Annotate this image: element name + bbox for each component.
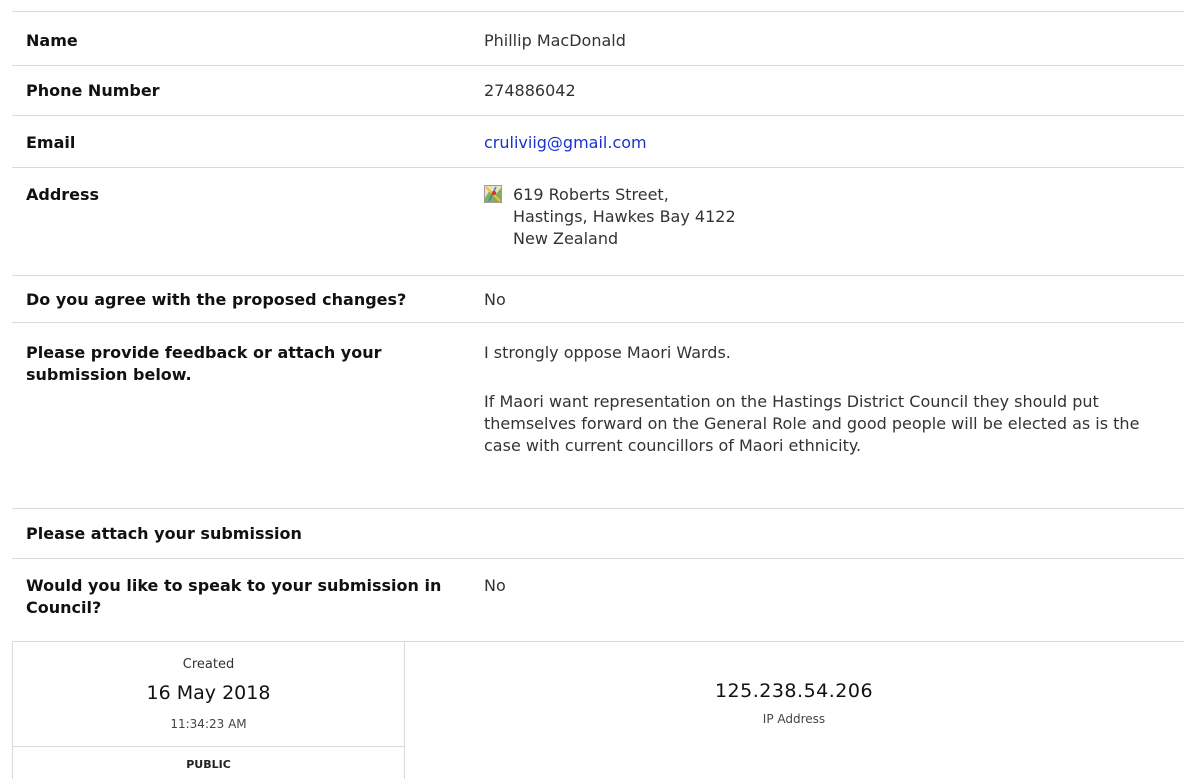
created-label: Created <box>182 657 235 672</box>
email-link[interactable]: cruliviig@gmail.com <box>484 133 647 152</box>
email-label: Email <box>26 133 76 152</box>
speak-value: No <box>484 576 506 595</box>
ip-address-label: IP Address <box>762 712 826 726</box>
name-row: Name Phillip MacDonald <box>12 11 1184 66</box>
email-row: Email cruliviig@gmail.com <box>12 115 1184 168</box>
agree-label: Do you agree with the proposed changes? <box>26 290 407 309</box>
agree-row: Do you agree with the proposed changes? … <box>12 275 1184 323</box>
feedback-value: I strongly oppose Maori Wards. If Maori … <box>484 342 1164 457</box>
address-line-1: 619 Roberts Street, <box>513 185 669 204</box>
visibility-badge: PUBLIC <box>186 758 231 771</box>
phone-label: Phone Number <box>26 81 160 100</box>
submission-meta: Created 16 May 2018 11:34:23 AM PUBLIC 1… <box>12 641 1184 779</box>
feedback-row: Please provide feedback or attach your s… <box>12 322 1184 509</box>
attach-label: Please attach your submission <box>26 524 302 543</box>
created-panel: Created 16 May 2018 11:34:23 AM PUBLIC <box>12 642 405 779</box>
created-time: 11:34:23 AM <box>170 717 247 731</box>
address-line-3: New Zealand <box>513 229 619 248</box>
speak-row: Would you like to speak to your submissi… <box>12 558 1184 642</box>
ip-address: 125.238.54.206 <box>714 680 874 702</box>
feedback-paragraph-2: If Maori want representation on the Hast… <box>484 392 1140 455</box>
divider <box>13 746 404 747</box>
address-line-2: Hastings, Hawkes Bay 4122 <box>513 207 736 226</box>
name-value: Phillip MacDonald <box>484 31 626 50</box>
speak-label: Would you like to speak to your submissi… <box>26 576 442 617</box>
created-date: 16 May 2018 <box>146 682 271 704</box>
phone-value: 274886042 <box>484 81 576 100</box>
map-icon[interactable] <box>484 185 502 203</box>
address-row: Address 619 Roberts Street, Hastings, Ha… <box>12 167 1184 276</box>
agree-value: No <box>484 290 506 309</box>
attach-row: Please attach your submission <box>12 508 1184 559</box>
address-label: Address <box>26 185 100 204</box>
feedback-label: Please provide feedback or attach your s… <box>26 343 382 384</box>
name-label: Name <box>26 31 78 50</box>
feedback-paragraph-1: I strongly oppose Maori Wards. <box>484 343 731 362</box>
address-value: 619 Roberts Street, Hastings, Hawkes Bay… <box>484 184 1164 256</box>
phone-row: Phone Number 274886042 <box>12 65 1184 116</box>
